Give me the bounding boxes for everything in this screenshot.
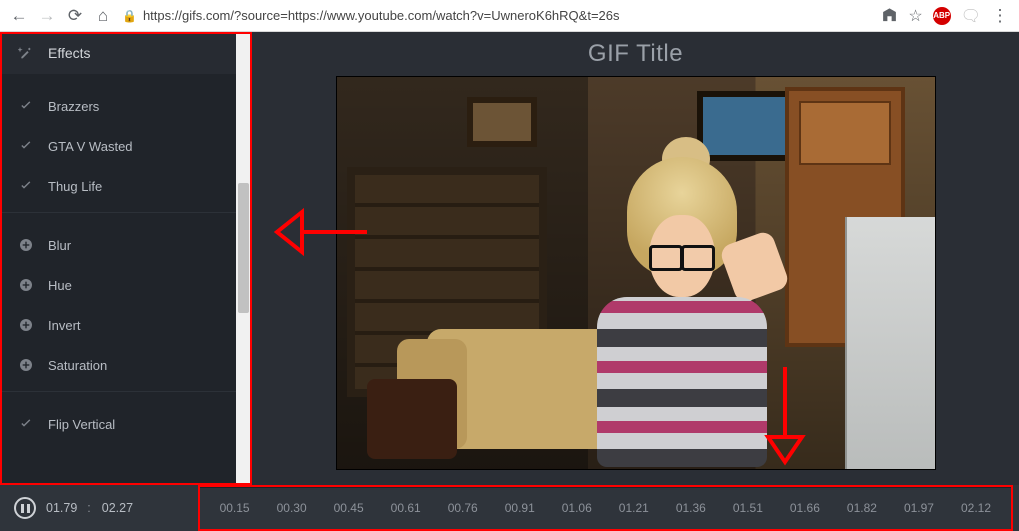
timeline-tick[interactable]: 02.12 (961, 501, 991, 515)
sidebar-separator (0, 391, 237, 392)
sidebar-scrollbar[interactable] (236, 33, 251, 485)
app-main: Effects Brazzers GTA V Wasted Thug Life (0, 32, 1019, 485)
effect-item-blur[interactable]: Blur (0, 225, 237, 265)
sidebar-header-effects[interactable]: Effects (0, 32, 237, 74)
effect-item-flip-vertical[interactable]: Flip Vertical (0, 404, 237, 444)
effect-item-saturation[interactable]: Saturation (0, 345, 237, 385)
plus-circle-icon (18, 317, 34, 333)
timeline-tick[interactable]: 01.06 (562, 501, 592, 515)
translate-icon[interactable] (880, 7, 898, 25)
sidebar-inner: Effects Brazzers GTA V Wasted Thug Life (0, 32, 237, 485)
effect-item-invert[interactable]: Invert (0, 305, 237, 345)
back-button[interactable]: ← (10, 7, 28, 25)
playbar-duration: 02.27 (102, 501, 133, 515)
timeline-tick[interactable]: 00.91 (505, 501, 535, 515)
video-still (337, 77, 935, 469)
effect-label: Brazzers (48, 99, 99, 114)
timeline-tick[interactable]: 00.15 (220, 501, 250, 515)
playbar-time-separator: : (87, 501, 91, 515)
effect-item-gta-wasted[interactable]: GTA V Wasted (0, 126, 237, 166)
pause-button[interactable] (14, 497, 36, 519)
sidebar: Effects Brazzers GTA V Wasted Thug Life (0, 32, 252, 485)
effect-label: GTA V Wasted (48, 139, 133, 154)
effect-label: Thug Life (48, 179, 102, 194)
video-frame[interactable] (336, 76, 936, 470)
playbar: 01.79 : 02.27 00.15 00.30 00.45 00.61 00… (0, 485, 1019, 531)
abp-extension-icon[interactable]: ABP (933, 7, 951, 25)
check-icon (18, 98, 34, 114)
url-text: https://gifs.com/?source=https://www.you… (143, 8, 620, 23)
plus-circle-icon (18, 237, 34, 253)
reload-button[interactable]: ⟳ (66, 7, 84, 25)
timeline-tick[interactable]: 01.51 (733, 501, 763, 515)
check-icon (18, 416, 34, 432)
timeline-tick[interactable]: 00.76 (448, 501, 478, 515)
chat-icon[interactable]: 🗨 (961, 6, 981, 26)
effect-label: Blur (48, 238, 71, 253)
plus-circle-icon (18, 277, 34, 293)
timeline-tick[interactable]: 01.82 (847, 501, 877, 515)
timeline-tick[interactable]: 01.36 (676, 501, 706, 515)
plus-circle-icon (18, 357, 34, 373)
kebab-menu-icon[interactable]: ⋮ (991, 7, 1009, 25)
effect-label: Saturation (48, 358, 107, 373)
effect-item-thug-life[interactable]: Thug Life (0, 166, 237, 206)
browser-toolbar: ← → ⟳ ⌂ 🔒 https://gifs.com/?source=https… (0, 0, 1019, 32)
effect-label: Hue (48, 278, 72, 293)
wand-icon (18, 45, 34, 61)
timeline-tick[interactable]: 00.30 (277, 501, 307, 515)
timeline-tick[interactable]: 00.61 (391, 501, 421, 515)
playbar-controls: 01.79 : 02.27 (0, 497, 188, 519)
timeline[interactable]: 00.15 00.30 00.45 00.61 00.76 00.91 01.0… (198, 485, 1013, 531)
check-icon (18, 178, 34, 194)
timeline-tick[interactable]: 00.45 (334, 501, 364, 515)
bookmark-star-icon[interactable]: ☆ (908, 6, 922, 26)
lock-icon: 🔒 (122, 9, 137, 23)
preview-pane: GIF Title (252, 32, 1019, 485)
effect-label: Flip Vertical (48, 417, 115, 432)
effect-item-brazzers[interactable]: Brazzers (0, 86, 237, 126)
timeline-tick[interactable]: 01.66 (790, 501, 820, 515)
home-button[interactable]: ⌂ (94, 7, 112, 25)
check-icon (18, 138, 34, 154)
timeline-tick[interactable]: 01.97 (904, 501, 934, 515)
address-bar[interactable]: 🔒 https://gifs.com/?source=https://www.y… (122, 8, 870, 23)
gif-title-input[interactable]: GIF Title (588, 40, 683, 68)
app-root: Effects Brazzers GTA V Wasted Thug Life (0, 32, 1019, 531)
effect-label: Invert (48, 318, 81, 333)
effect-item-hue[interactable]: Hue (0, 265, 237, 305)
sidebar-header-label: Effects (48, 45, 91, 61)
sidebar-separator (0, 212, 237, 213)
timeline-tick[interactable]: 01.21 (619, 501, 649, 515)
forward-button[interactable]: → (38, 7, 56, 25)
playbar-current-time: 01.79 (46, 501, 77, 515)
